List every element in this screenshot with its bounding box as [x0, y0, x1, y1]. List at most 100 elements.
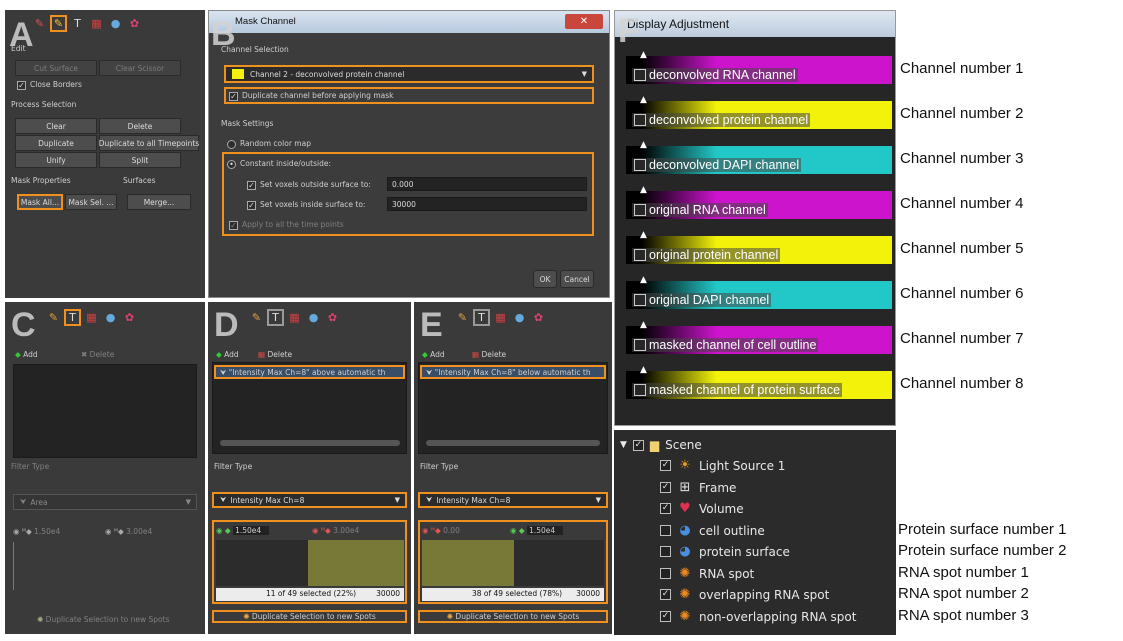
channel-row[interactable]: ▲ masked channel of cell outline	[626, 320, 892, 360]
scene-item[interactable]: ◕ cell outline	[660, 523, 765, 538]
scene-item[interactable]: ✓ ✺ overlapping RNA spot	[660, 587, 829, 602]
channel-visibility-checkbox[interactable]	[634, 339, 646, 351]
delete-button[interactable]: Delete	[99, 118, 181, 134]
apply-all-checkbox[interactable]: ✓ Apply to all the time points	[229, 220, 344, 230]
add-button[interactable]: ◆ Add	[15, 350, 38, 359]
random-color-radio-dot[interactable]	[227, 139, 236, 149]
duplicate-button[interactable]: Duplicate	[15, 135, 97, 151]
min-threshold[interactable]: ◉ ᴹ◆ 1.50e4	[13, 527, 60, 536]
outside-checkbox[interactable]: ✓ Set voxels outside surface to:	[247, 180, 371, 190]
filter-type-dropdown[interactable]: ⮟ Area ▼	[13, 494, 197, 510]
channel-visibility-checkbox[interactable]	[634, 159, 646, 171]
channel-row[interactable]: ▲ original protein channel	[626, 230, 892, 270]
delete-button[interactable]: ▦ Delete	[258, 350, 292, 359]
close-icon[interactable]: ✕	[565, 14, 603, 29]
gear-icon[interactable]: ✿	[123, 311, 136, 324]
stats-icon[interactable]: ▦	[494, 311, 507, 324]
channel-range-marker-icon[interactable]: ▲	[640, 230, 647, 240]
duplicate-channel-check[interactable]: ✓	[229, 91, 238, 101]
mask-sel-button[interactable]: Mask Sel. ...	[65, 194, 117, 210]
channel-row[interactable]: ▲ deconvolved RNA channel	[626, 50, 892, 90]
duplicate-all-timepoints-button[interactable]: Duplicate to all Timepoints	[99, 135, 199, 151]
constant-radio-dot[interactable]: •	[227, 159, 236, 169]
gear-icon[interactable]: ✿	[532, 311, 545, 324]
color-icon[interactable]: ●	[513, 311, 526, 324]
ok-button[interactable]: OK	[533, 270, 557, 288]
color-icon[interactable]: ●	[307, 311, 320, 324]
filter-icon[interactable]: T	[64, 308, 81, 326]
scene-item-checkbox[interactable]: ✓	[660, 460, 671, 471]
pencil-icon[interactable]: ✎	[47, 311, 60, 324]
channel-row[interactable]: ▲ original RNA channel	[626, 185, 892, 225]
channel-row[interactable]: ▲ masked channel of protein surface	[626, 365, 892, 405]
scene-item[interactable]: ✓ ☀ Light Source 1	[660, 458, 785, 473]
channel-dropdown[interactable]: Channel 2 - deconvolved protein channel …	[224, 65, 594, 83]
inside-value-field[interactable]: 30000	[387, 197, 587, 211]
channel-range-marker-icon[interactable]: ▲	[640, 50, 647, 60]
filter-type-dropdown[interactable]: ⮟ Intensity Max Ch=8 ▼	[418, 492, 608, 508]
filter-icon[interactable]: T	[267, 308, 284, 326]
split-button[interactable]: Split	[99, 152, 181, 168]
filter-icon[interactable]: T	[473, 308, 490, 326]
filter-list[interactable]	[13, 364, 197, 458]
gear-icon[interactable]: ✿	[326, 311, 339, 324]
max-threshold[interactable]: ◉ ◆ 1.50e4	[510, 526, 564, 535]
filter-type-dropdown[interactable]: ⮟ Intensity Max Ch=8 ▼	[212, 492, 407, 508]
pencil-icon[interactable]: ✎	[250, 311, 263, 324]
scene-item-checkbox[interactable]: ✓	[660, 503, 671, 514]
scene-item[interactable]: ◕ protein surface	[660, 544, 790, 559]
clear-button[interactable]: Clear	[15, 118, 97, 134]
cancel-button[interactable]: Cancel	[560, 270, 594, 288]
collapse-icon[interactable]: ▼	[620, 440, 627, 450]
apply-all-check[interactable]: ✓	[229, 220, 238, 230]
scene-item[interactable]: ✓ ⊞ Frame	[660, 480, 736, 495]
stats-icon[interactable]: ▦	[288, 311, 301, 324]
min-threshold[interactable]: ◉ ᴹ◆ 0.00	[422, 526, 460, 535]
pencil-icon[interactable]: ✎	[456, 311, 469, 324]
constant-radio[interactable]: • Constant inside/outside:	[227, 159, 331, 169]
channel-visibility-checkbox[interactable]	[634, 249, 646, 261]
duplicate-channel-checkbox[interactable]: ✓ Duplicate channel before applying mask	[229, 91, 393, 101]
channel-row[interactable]: ▲ deconvolved protein channel	[626, 95, 892, 135]
scene-item-checkbox[interactable]: ✓	[660, 482, 671, 493]
list-scrollbar[interactable]	[220, 440, 400, 446]
filter-item[interactable]: ⮟ "Intensity Max Ch=8" below automatic t…	[420, 365, 606, 379]
channel-visibility-checkbox[interactable]	[634, 69, 646, 81]
scene-item-checkbox[interactable]: ✓	[660, 589, 671, 600]
duplicate-selection-button[interactable]: ✺ Duplicate Selection to new Spots	[37, 615, 170, 624]
inside-check[interactable]: ✓	[247, 200, 256, 210]
filter-item[interactable]: ⮟ "Intensity Max Ch=8" above automatic t…	[214, 365, 405, 379]
scene-item[interactable]: ✺ RNA spot	[660, 566, 754, 581]
channel-visibility-checkbox[interactable]	[634, 294, 646, 306]
gear-icon[interactable]: ✿	[128, 17, 141, 30]
close-borders-checkbox[interactable]: ✓ Close Borders	[17, 80, 82, 90]
channel-visibility-checkbox[interactable]	[634, 384, 646, 396]
channel-visibility-checkbox[interactable]	[634, 114, 646, 126]
max-threshold[interactable]: ◉ ᴹ◆ 3.00e4	[105, 527, 152, 536]
delete-button[interactable]: ✖ Delete	[81, 350, 114, 359]
color-icon[interactable]: ●	[104, 311, 117, 324]
channel-row[interactable]: ▲ deconvolved DAPI channel	[626, 140, 892, 180]
channel-range-marker-icon[interactable]: ▲	[640, 320, 647, 330]
channel-visibility-checkbox[interactable]	[634, 204, 646, 216]
delete-button[interactable]: ▦ Delete	[472, 350, 506, 359]
inside-checkbox[interactable]: ✓ Set voxels inside surface to:	[247, 200, 365, 210]
mask-all-button[interactable]: Mask All...	[17, 194, 63, 210]
scene-checkbox[interactable]: ✓	[632, 439, 644, 451]
filter-icon[interactable]: T	[71, 17, 84, 30]
scene-item-checkbox[interactable]	[660, 525, 671, 536]
random-color-radio[interactable]: Random color map	[227, 139, 311, 149]
scene-item-checkbox[interactable]	[660, 568, 671, 579]
outside-value-field[interactable]: 0.000	[387, 177, 587, 191]
duplicate-selection-button[interactable]: ✺ Duplicate Selection to new Spots	[418, 610, 608, 623]
merge-button[interactable]: Merge...	[127, 194, 191, 210]
add-button[interactable]: ◆ Add	[216, 350, 239, 359]
scene-root[interactable]: ▼ ✓ ▆ Scene	[620, 438, 702, 452]
outside-check[interactable]: ✓	[247, 180, 256, 190]
add-button[interactable]: ◆ Add	[422, 350, 445, 359]
scene-item[interactable]: ✓ ♥ Volume	[660, 501, 744, 516]
channel-range-marker-icon[interactable]: ▲	[640, 275, 647, 285]
channel-range-marker-icon[interactable]: ▲	[640, 140, 647, 150]
stats-icon[interactable]: ▦	[90, 17, 103, 30]
scene-item-checkbox[interactable]: ✓	[660, 611, 671, 622]
